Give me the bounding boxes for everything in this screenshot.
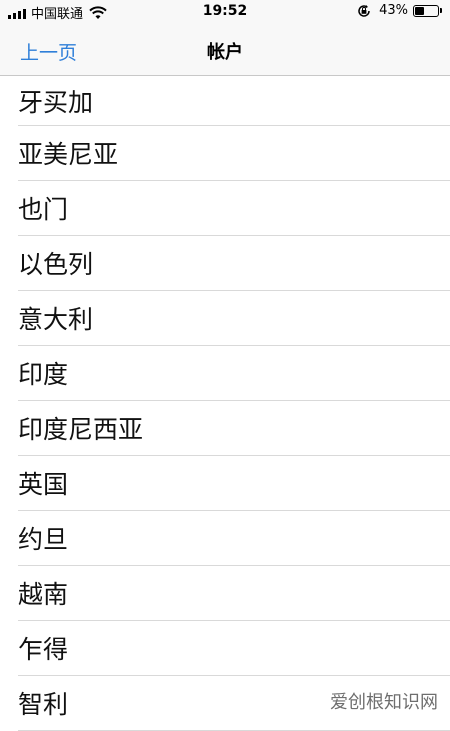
list-item-label: 印度 [18,360,69,389]
rotation-lock-icon [358,4,370,17]
battery-percent: 43% [379,3,408,18]
list-item-label: 以色列 [18,250,94,279]
watermark: 爱创根知识网 [330,688,438,714]
status-right: 43% [357,3,442,18]
list-item-label: 牙买加 [18,87,94,117]
status-bar: 中国联通 19:52 43% [0,0,450,24]
country-list: 牙买加 亚美尼亚 也门 以色列 意大利 印度 印度尼西亚 英国 约旦 越南 乍得… [0,76,450,731]
battery-level-fill [415,6,424,15]
list-item-label: 意大利 [18,305,94,334]
list-item[interactable]: 以色列 [18,236,450,291]
list-item-label: 也门 [18,195,69,224]
battery-icon [413,4,439,17]
list-item-label: 约旦 [18,525,69,554]
battery-cap [440,8,442,13]
list-item[interactable]: 印度尼西亚 [18,401,450,456]
list-item[interactable]: 乍得 [18,621,450,676]
list-item[interactable]: 亚美尼亚 [18,126,450,181]
list-item[interactable]: 越南 [18,566,450,621]
list-item[interactable]: 印度 [18,346,450,401]
list-item-label: 智利 [18,690,69,719]
list-item-label: 亚美尼亚 [18,140,119,169]
list-item-label: 印度尼西亚 [18,415,144,444]
list-item[interactable]: 意大利 [18,291,450,346]
list-item[interactable]: 约旦 [18,511,450,566]
list-item[interactable]: 也门 [18,181,450,236]
list-item[interactable]: 英国 [18,456,450,511]
list-item-label: 乍得 [18,635,69,664]
list-item-label: 英国 [18,470,69,499]
list-item-label: 越南 [18,580,69,609]
page-title: 帐户 [207,42,243,63]
list-item[interactable]: 牙买加 [18,76,450,126]
navigation-bar: 上一页 帐户 [0,24,450,76]
